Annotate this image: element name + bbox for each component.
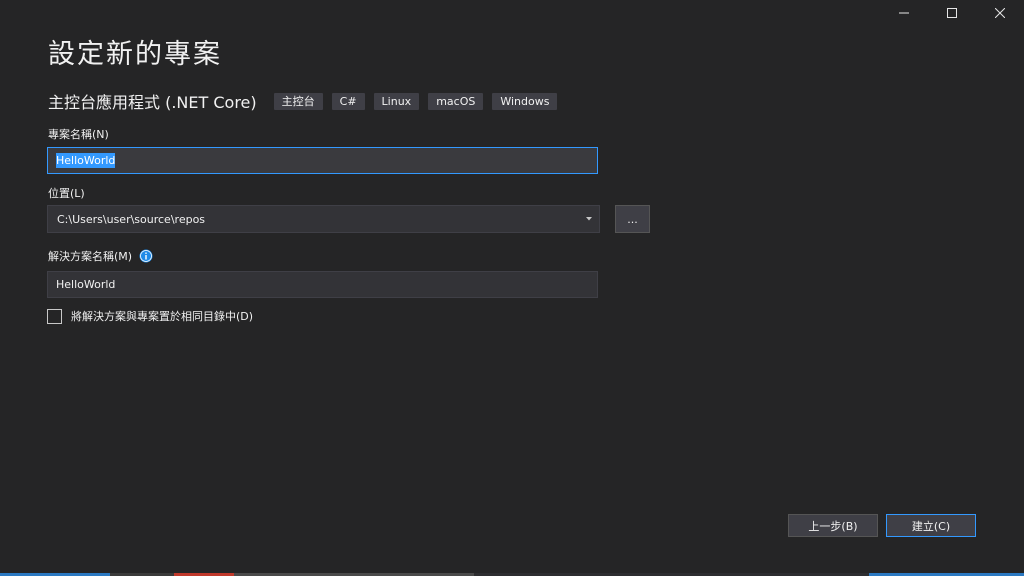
solution-name-label: 解決方案名稱(M) [48, 250, 133, 263]
create-project-dialog: 設定新的專案 主控台應用程式 (.NET Core) 主控台 C# Linux … [0, 0, 1024, 576]
back-button[interactable]: 上一步(B) [788, 514, 878, 537]
same-directory-checkbox[interactable] [47, 308, 62, 324]
same-directory-label: 將解決方案與專案置於相同目錄中(D) [71, 310, 254, 323]
solution-name-input[interactable]: HelloWorld [47, 271, 598, 298]
project-name-input[interactable]: HelloWorld [47, 147, 598, 174]
dropdown-arrow-icon[interactable] [579, 217, 599, 221]
minimize-icon [899, 12, 909, 14]
location-combobox[interactable]: C:\Users\user\source\repos [47, 205, 600, 233]
project-name-value: HelloWorld [56, 153, 116, 168]
template-name: 主控台應用程式 (.NET Core) [48, 93, 257, 112]
template-tag: C# [331, 92, 365, 110]
template-summary: 主控台應用程式 (.NET Core) 主控台 C# Linux macOS W… [48, 89, 566, 113]
template-tag: Linux [373, 92, 420, 110]
close-icon [995, 8, 1005, 18]
template-tag: 主控台 [273, 92, 323, 110]
create-button[interactable]: 建立(C) [886, 514, 976, 537]
info-icon[interactable] [139, 249, 153, 263]
solution-name-value: HelloWorld [56, 278, 116, 291]
project-name-label: 專案名稱(N) [48, 128, 109, 141]
close-button[interactable] [976, 0, 1024, 26]
solution-name-label-row: 解決方案名稱(M) [48, 248, 153, 264]
page-title: 設定新的專案 [48, 39, 222, 70]
location-label: 位置(L) [48, 187, 85, 200]
minimize-button[interactable] [880, 0, 928, 26]
maximize-icon [947, 8, 957, 18]
location-value: C:\Users\user\source\repos [57, 212, 206, 226]
template-tag: Windows [492, 92, 558, 110]
browse-button[interactable]: ... [615, 205, 650, 233]
window-controls [880, 0, 1024, 26]
maximize-button[interactable] [928, 0, 976, 26]
same-directory-option[interactable]: 將解決方案與專案置於相同目錄中(D) [47, 308, 253, 324]
template-tag: macOS [428, 92, 484, 110]
